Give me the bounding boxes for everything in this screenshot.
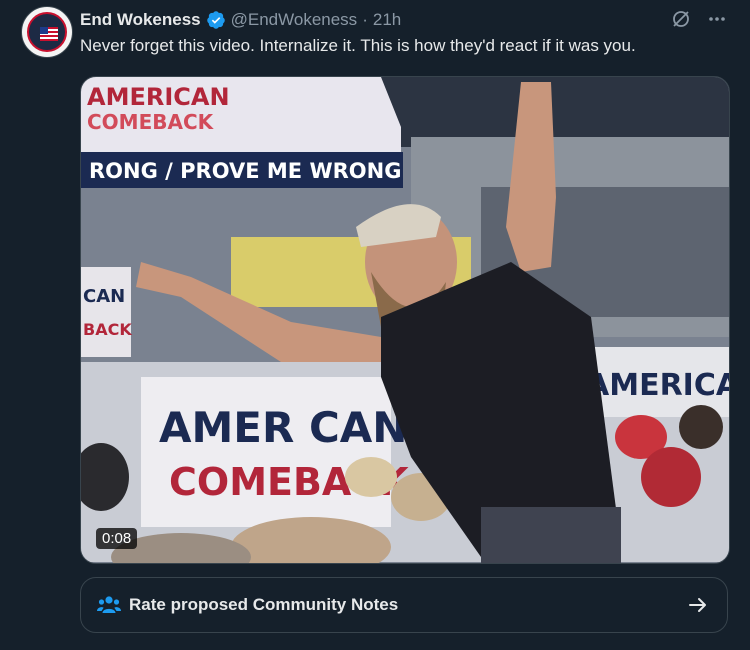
more-button[interactable]: [706, 8, 728, 30]
arrow-right-icon: [689, 598, 706, 612]
tweet: End Wokeness @EndWokeness · 21h Never fo…: [0, 0, 750, 650]
community-notes-label: Rate proposed Community Notes: [129, 595, 399, 614]
avatar-emblem: [27, 12, 67, 52]
video-frame: AMERICAN COMEBACK RONG / PROVE ME WRONG …: [81, 77, 729, 563]
flag-icon: [40, 27, 58, 41]
tweet-header: End Wokeness @EndWokeness · 21h: [80, 8, 401, 32]
side-sign-top: CAN: [83, 286, 125, 307]
video-duration: 0:08: [96, 528, 138, 549]
grok-button[interactable]: [670, 8, 692, 30]
timestamp[interactable]: 21h: [373, 10, 401, 30]
right-sign-text: AMERICAN: [586, 368, 729, 403]
more-icon: [709, 17, 725, 21]
tent-text-bottom: COMEBACK: [87, 110, 215, 134]
sign-text-top: AMER CAN: [159, 403, 407, 452]
video-player[interactable]: AMERICAN COMEBACK RONG / PROVE ME WRONG …: [80, 76, 730, 564]
separator-dot: ·: [362, 10, 368, 29]
handle[interactable]: @EndWokeness: [231, 10, 358, 30]
people-icon: [97, 596, 121, 613]
side-sign-bottom: BACK: [83, 320, 132, 339]
grok-icon: [673, 11, 689, 27]
display-name[interactable]: End Wokeness: [80, 10, 201, 30]
avatar[interactable]: [21, 6, 73, 58]
community-notes-button[interactable]: Rate proposed Community Notes: [80, 577, 728, 633]
header-actions: [670, 8, 728, 30]
banner-text: RONG / PROVE ME WRONG: [89, 159, 401, 183]
tent-text-top: AMERICAN: [87, 83, 230, 111]
tweet-text: Never forget this video. Internalize it.…: [80, 36, 636, 55]
verified-badge-icon: [206, 11, 225, 29]
